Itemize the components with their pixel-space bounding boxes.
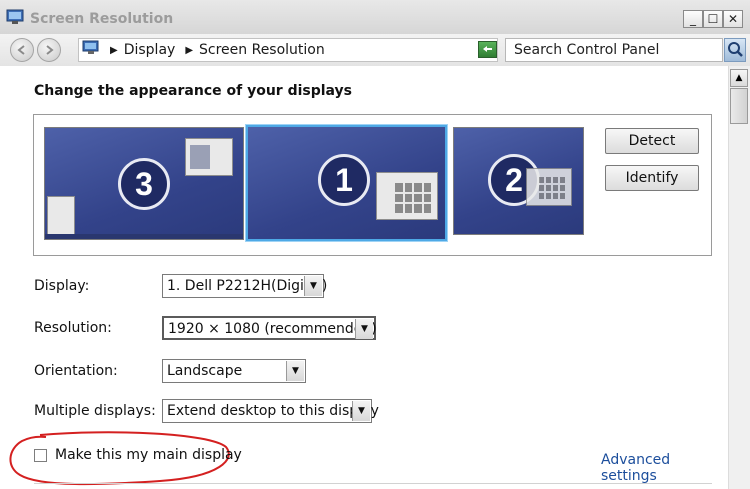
scroll-thumb[interactable] (730, 88, 748, 124)
page-title: Change the appearance of your displays (34, 83, 353, 99)
breadcrumb-screen-resolution[interactable]: Screen Resolution (199, 42, 325, 58)
chevron-down-icon[interactable]: ▼ (352, 401, 370, 421)
control-panel-icon (82, 40, 100, 60)
refresh-button[interactable] (478, 41, 497, 58)
main-display-checkbox[interactable] (34, 449, 47, 462)
monitor-number-badge: 3 (118, 158, 170, 210)
scroll-up-button[interactable]: ▲ (730, 69, 748, 87)
main-display-label[interactable]: Make this my main display (55, 447, 242, 463)
identify-button[interactable]: Identify (605, 165, 699, 191)
minimize-button[interactable]: _ (683, 10, 703, 28)
monitor-3[interactable]: 3 (44, 127, 244, 240)
advanced-settings-link[interactable]: Advanced settings (601, 452, 728, 484)
forward-button[interactable] (37, 38, 61, 62)
window-thumbnail (185, 138, 233, 176)
breadcrumb[interactable]: ▶ Display ▶ Screen Resolution ▼ (78, 38, 498, 62)
detect-button[interactable]: Detect (605, 128, 699, 154)
resolution-label: Resolution: (34, 320, 112, 336)
orientation-label: Orientation: (34, 363, 118, 379)
main-content: Change the appearance of your displays 3… (0, 66, 728, 489)
forward-arrow-icon (46, 45, 54, 55)
display-arrangement[interactable]: 3 1 2 Detect Identify (33, 114, 712, 256)
screen-resolution-window: Screen Resolution _ ☐ ✕ ▶ Display ▶ Scre… (0, 0, 750, 489)
breadcrumb-display[interactable]: Display (124, 42, 176, 58)
display-settings-thumbnail (376, 172, 438, 220)
display-settings-thumbnail (526, 168, 572, 206)
title-bar[interactable]: Screen Resolution _ ☐ ✕ (0, 0, 750, 35)
display-icon (6, 9, 24, 25)
orientation-select[interactable]: Landscape ▼ (162, 359, 306, 383)
resolution-value: 1920 × 1080 (recommended) (168, 321, 377, 337)
search-icon (728, 42, 743, 57)
resolution-select[interactable]: 1920 × 1080 (recommended) ▼ (162, 316, 377, 340)
back-button[interactable] (10, 38, 34, 62)
refresh-icon (483, 46, 492, 52)
chevron-down-icon[interactable]: ▼ (286, 361, 304, 381)
close-button[interactable]: ✕ (723, 10, 743, 28)
multiple-displays-value: Extend desktop to this display (167, 403, 379, 419)
search-button[interactable] (724, 38, 746, 62)
multiple-displays-label: Multiple displays: (34, 403, 156, 419)
chevron-right-icon[interactable]: ▶ (185, 45, 193, 56)
vertical-scrollbar[interactable]: ▲ (728, 66, 750, 489)
monitor-number-badge: 1 (318, 154, 370, 206)
start-menu-thumbnail (47, 196, 75, 236)
orientation-value: Landscape (167, 363, 243, 379)
monitor-2[interactable]: 2 (453, 127, 584, 235)
display-select[interactable]: 1. Dell P2212H(Digital) ▼ (162, 274, 327, 298)
multiple-displays-select[interactable]: Extend desktop to this display ▼ (162, 399, 379, 423)
window-title: Screen Resolution (30, 11, 174, 27)
monitor-1[interactable]: 1 (246, 125, 447, 241)
display-label: Display: (34, 278, 90, 294)
back-arrow-icon (17, 45, 25, 55)
chevron-down-icon[interactable]: ▼ (355, 319, 373, 339)
search-input[interactable]: Search Control Panel (505, 38, 723, 62)
taskbar (45, 234, 243, 239)
chevron-down-icon[interactable]: ▼ (304, 276, 322, 296)
divider (34, 483, 712, 484)
maximize-button[interactable]: ☐ (703, 10, 723, 28)
address-bar: ▶ Display ▶ Screen Resolution ▼ Search C… (0, 34, 750, 67)
chevron-right-icon[interactable]: ▶ (110, 45, 118, 56)
